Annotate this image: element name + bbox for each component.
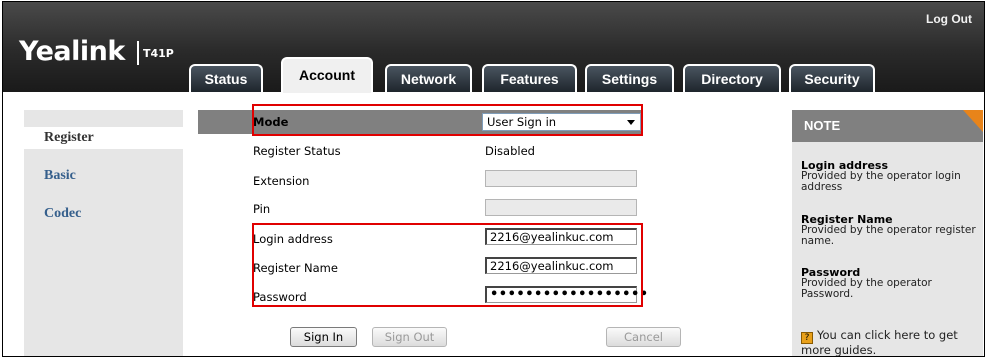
note-item-password: Password Provided by the operator Passwo… (801, 267, 979, 300)
logo-separator (137, 41, 139, 65)
cancel-button[interactable]: Cancel (606, 327, 681, 347)
sidebar-item-codec[interactable]: Codec (24, 203, 183, 225)
sign-out-button[interactable]: Sign Out (372, 327, 447, 347)
tab-directory[interactable]: Directory (683, 64, 781, 92)
note-text: Provided by the operator Password. (801, 277, 932, 300)
tab-network[interactable]: Network (385, 64, 472, 92)
tab-status[interactable]: Status (189, 64, 263, 92)
sidebar-item-register[interactable]: Register (24, 127, 183, 149)
note-panel: NOTE Login address Provided by the opera… (792, 110, 983, 357)
header-bar: Yealink T41P Log Out Status Account Netw… (3, 2, 984, 93)
model-label: T41P (143, 47, 174, 60)
sidebar-item-basic[interactable]: Basic (24, 165, 183, 187)
extension-label: Extension (253, 174, 310, 188)
tab-features[interactable]: Features (482, 64, 577, 92)
yealink-logo: Yealink (19, 36, 125, 67)
note-item-login-address: Login address Provided by the operator l… (801, 160, 979, 193)
tab-settings[interactable]: Settings (585, 64, 674, 92)
pin-label: Pin (253, 202, 271, 216)
register-status-label: Register Status (253, 144, 341, 158)
note-corner-icon (963, 110, 983, 132)
note-text: Provided by the operator login address (801, 170, 961, 193)
mode-highlight-box (252, 104, 643, 136)
sidebar: Register Basic Codec (24, 110, 183, 356)
register-status-value: Disabled (485, 144, 535, 158)
credentials-highlight-box (252, 223, 643, 307)
note-item-register-name: Register Name Provided by the operator r… (801, 214, 979, 247)
sign-in-button[interactable]: Sign In (290, 327, 357, 347)
extension-input[interactable] (485, 170, 637, 187)
note-title: NOTE (792, 110, 983, 142)
help-link[interactable]: ? You can click here to get more guides. (801, 328, 979, 357)
logout-link[interactable]: Log Out (926, 12, 972, 26)
tab-account[interactable]: Account (281, 57, 373, 93)
help-text: You can click here to get more guides. (801, 328, 958, 357)
note-text: Provided by the operator register name. (801, 224, 976, 247)
browser-frame: Yealink T41P Log Out Status Account Netw… (2, 1, 985, 357)
pin-input[interactable] (485, 199, 637, 216)
tab-security[interactable]: Security (789, 64, 875, 92)
